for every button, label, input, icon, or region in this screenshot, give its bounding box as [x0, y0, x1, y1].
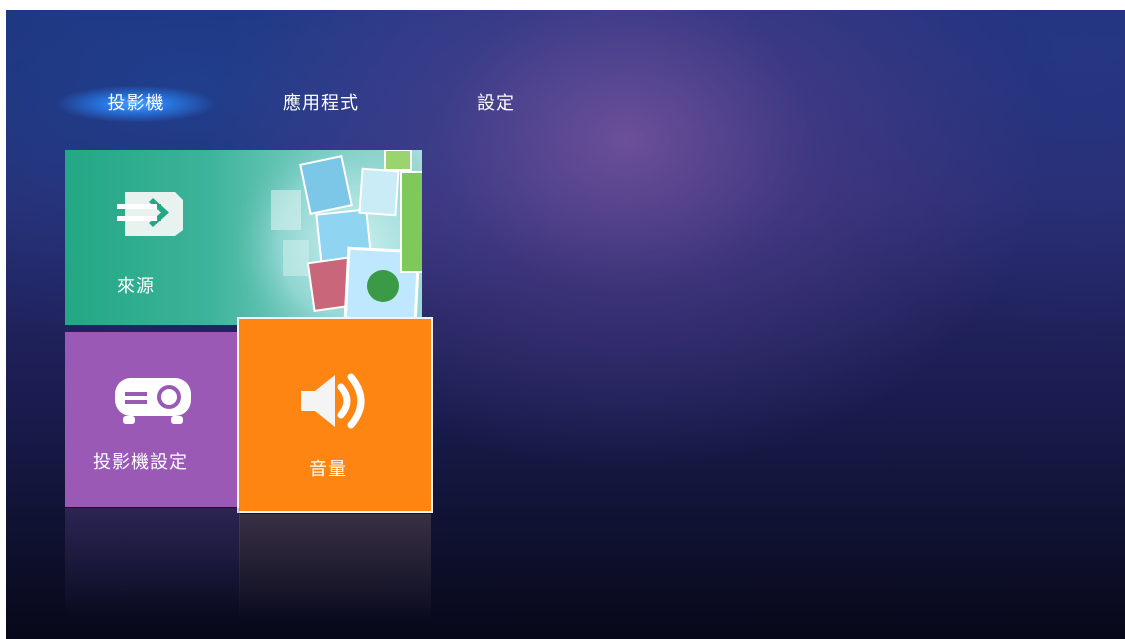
tab-settings[interactable]: 設定: [456, 82, 536, 126]
volume-tile-reflection: [239, 514, 431, 624]
tab-projector[interactable]: 投影機: [56, 82, 216, 126]
projector-icon: [115, 378, 191, 424]
tab-apps[interactable]: 應用程式: [256, 82, 386, 126]
projector-settings-tile[interactable]: 投影機設定: [65, 332, 240, 507]
source-tile-label: 來源: [117, 276, 155, 297]
speaker-icon: [301, 373, 365, 429]
source-tile[interactable]: 來源: [65, 150, 422, 325]
launcher-screen: 投影機 應用程式 設定 來源 投影機設定 音量: [6, 10, 1125, 639]
volume-tile[interactable]: 音量: [237, 317, 433, 513]
input-arrow-icon: [117, 192, 183, 236]
tab-settings-label: 設定: [477, 93, 515, 114]
projector-tile-reflection: [65, 508, 240, 618]
tab-apps-label: 應用程式: [283, 93, 359, 114]
volume-tile-label: 音量: [309, 459, 347, 480]
tab-projector-label: 投影機: [107, 93, 165, 114]
projector-settings-tile-label: 投影機設定: [93, 452, 188, 473]
